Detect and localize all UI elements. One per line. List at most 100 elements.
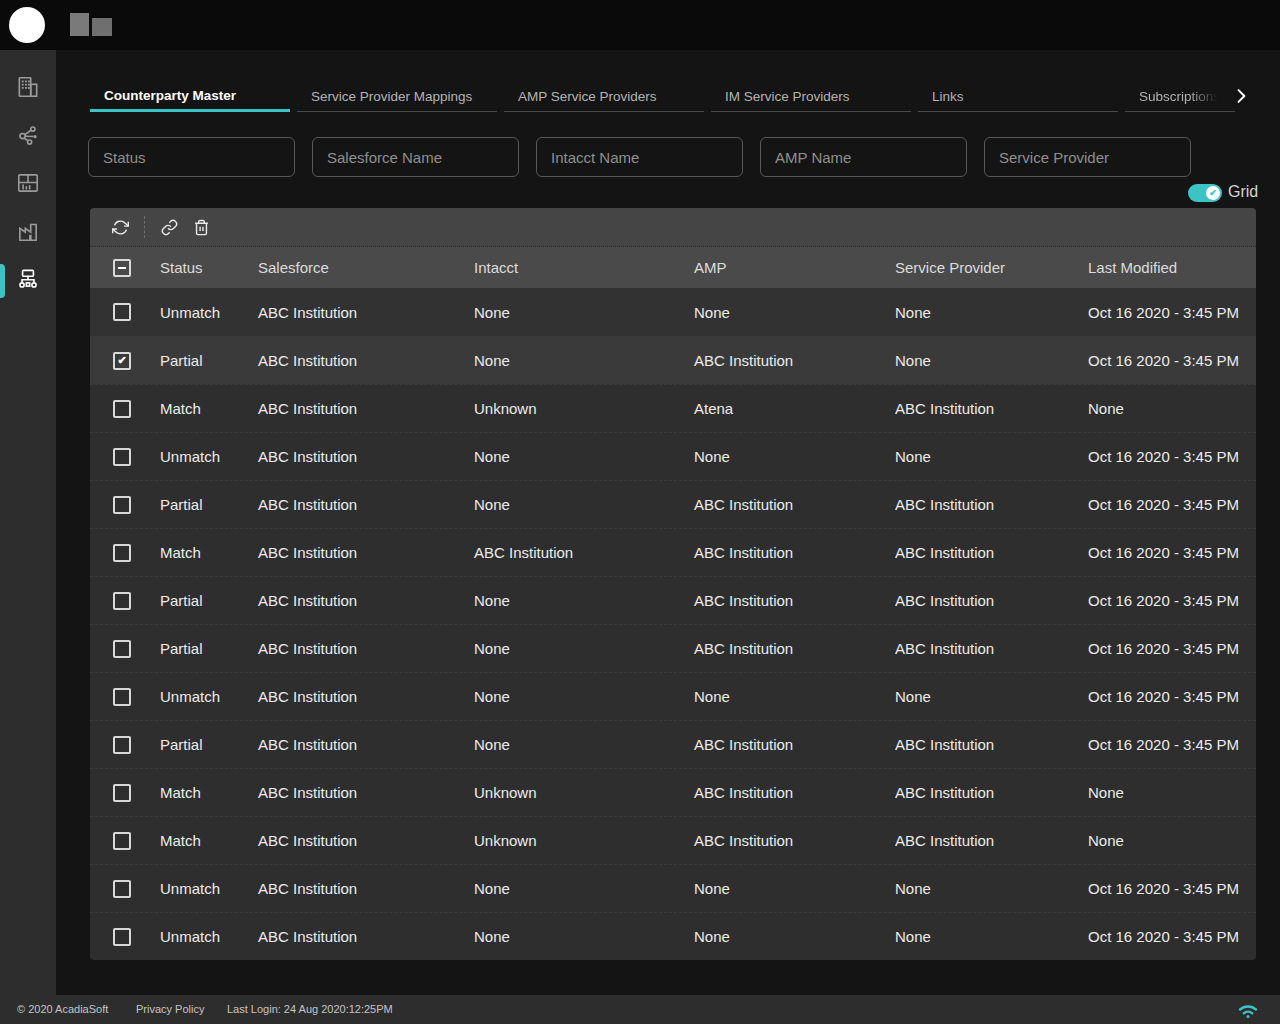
table-row[interactable]: MatchABC InstitutionUnknownABC Instituti… bbox=[90, 768, 1256, 816]
last-login-text: Last Login: 24 Aug 2020:12:25PM bbox=[227, 995, 393, 1024]
table-row[interactable]: PartialABC InstitutionNoneABC Institutio… bbox=[90, 576, 1256, 624]
row-checkbox[interactable] bbox=[113, 544, 131, 562]
sidebar-item-hierarchy[interactable] bbox=[0, 257, 56, 305]
row-checkbox[interactable] bbox=[113, 592, 131, 610]
cell-service-provider: None bbox=[895, 688, 1088, 705]
table-row[interactable]: UnmatchABC InstitutionNoneNoneNoneOct 16… bbox=[90, 864, 1256, 912]
table-row[interactable]: PartialABC InstitutionNoneABC Institutio… bbox=[90, 720, 1256, 768]
cell-status: Partial bbox=[160, 352, 258, 369]
sidebar-item-buildings[interactable] bbox=[0, 65, 56, 113]
table-row[interactable]: UnmatchABC InstitutionNoneNoneNoneOct 16… bbox=[90, 432, 1256, 480]
tab-subscriptions[interactable]: Subscriptions bbox=[1125, 81, 1235, 112]
cell-amp: ABC Institution bbox=[694, 496, 895, 513]
cell-last-modified: None bbox=[1088, 784, 1256, 801]
column-header[interactable]: Last Modified bbox=[1088, 259, 1256, 276]
tab-service-provider-mappings[interactable]: Service Provider Mappings bbox=[297, 81, 497, 112]
cell-status: Unmatch bbox=[160, 304, 258, 321]
cell-amp: ABC Institution bbox=[694, 544, 895, 561]
cell-last-modified: Oct 16 2020 - 3:45 PM bbox=[1088, 352, 1256, 369]
delete-button[interactable] bbox=[193, 219, 210, 236]
table-row[interactable]: MatchABC InstitutionUnknownABC Instituti… bbox=[90, 816, 1256, 864]
tab-links[interactable]: Links bbox=[918, 81, 1118, 112]
sidebar-item-network[interactable] bbox=[0, 113, 56, 161]
buildings-icon bbox=[15, 74, 41, 104]
refresh-button[interactable] bbox=[112, 219, 129, 236]
table-row[interactable]: UnmatchABC InstitutionNoneNoneNoneOct 16… bbox=[90, 672, 1256, 720]
logo-block-icon bbox=[70, 13, 89, 36]
column-header[interactable]: Salesforce bbox=[258, 259, 474, 276]
cell-status: Unmatch bbox=[160, 448, 258, 465]
row-checkbox[interactable] bbox=[113, 880, 131, 898]
tab-im-service-providers[interactable]: IM Service Providers bbox=[711, 81, 911, 112]
row-checkbox[interactable] bbox=[113, 784, 131, 802]
privacy-policy-link[interactable]: Privacy Policy bbox=[136, 995, 204, 1024]
row-checkbox[interactable] bbox=[113, 832, 131, 850]
row-checkbox[interactable] bbox=[113, 303, 131, 321]
cell-amp: None bbox=[694, 448, 895, 465]
cell-salesforce: ABC Institution bbox=[258, 736, 474, 753]
row-checkbox[interactable] bbox=[113, 736, 131, 754]
tab-label: Subscriptions bbox=[1139, 89, 1220, 104]
cell-status: Unmatch bbox=[160, 688, 258, 705]
cell-status: Match bbox=[160, 544, 258, 561]
grid-toggle[interactable]: ✔ bbox=[1188, 184, 1222, 202]
tab-label: Counterparty Master bbox=[104, 88, 236, 103]
sidebar-item-dashboard[interactable] bbox=[0, 161, 56, 209]
cell-salesforce: ABC Institution bbox=[258, 400, 474, 417]
filter-input-salesforce-name[interactable] bbox=[312, 137, 519, 177]
row-checkbox[interactable] bbox=[113, 928, 131, 946]
footer: © 2020 AcadiaSoft Privacy Policy Last Lo… bbox=[0, 995, 1280, 1024]
table-row[interactable]: PartialABC InstitutionNoneABC Institutio… bbox=[90, 336, 1256, 384]
cell-intacct: None bbox=[474, 640, 694, 657]
app-logo bbox=[9, 7, 45, 43]
table-row[interactable]: UnmatchABC InstitutionNoneNoneNoneOct 16… bbox=[90, 288, 1256, 336]
cell-amp: ABC Institution bbox=[694, 784, 895, 801]
table-row[interactable]: PartialABC InstitutionNoneABC Institutio… bbox=[90, 480, 1256, 528]
row-checkbox[interactable] bbox=[113, 400, 131, 418]
cell-status: Match bbox=[160, 832, 258, 849]
filter-input-service-provider[interactable] bbox=[984, 137, 1191, 177]
chevron-right-icon bbox=[1231, 86, 1251, 106]
row-checkbox[interactable] bbox=[113, 688, 131, 706]
row-checkbox[interactable] bbox=[113, 448, 131, 466]
table-row[interactable]: PartialABC InstitutionNoneABC Institutio… bbox=[90, 624, 1256, 672]
table-row[interactable]: MatchABC InstitutionUnknownAtenaABC Inst… bbox=[90, 384, 1256, 432]
row-checkbox[interactable] bbox=[113, 496, 131, 514]
filter-bar bbox=[88, 137, 1191, 177]
column-header[interactable]: Service Provider bbox=[895, 259, 1088, 276]
cell-last-modified: Oct 16 2020 - 3:45 PM bbox=[1088, 592, 1256, 609]
column-header[interactable]: Intacct bbox=[474, 259, 694, 276]
cell-service-provider: ABC Institution bbox=[895, 832, 1088, 849]
cell-intacct: None bbox=[474, 928, 694, 945]
sidebar-item-factory[interactable] bbox=[0, 209, 56, 257]
copyright-text: © 2020 AcadiaSoft bbox=[17, 995, 108, 1024]
row-checkbox[interactable] bbox=[113, 640, 131, 658]
cell-amp: ABC Institution bbox=[694, 832, 895, 849]
column-header[interactable]: Status bbox=[160, 259, 258, 276]
cell-last-modified: Oct 16 2020 - 3:45 PM bbox=[1088, 496, 1256, 513]
dashboard-icon bbox=[15, 170, 41, 200]
column-header[interactable]: AMP bbox=[694, 259, 895, 276]
cell-last-modified: Oct 16 2020 - 3:45 PM bbox=[1088, 304, 1256, 321]
table-row[interactable]: MatchABC InstitutionABC InstitutionABC I… bbox=[90, 528, 1256, 576]
toggle-knob: ✔ bbox=[1206, 186, 1220, 200]
select-all-checkbox[interactable] bbox=[113, 259, 131, 277]
cell-service-provider: None bbox=[895, 448, 1088, 465]
tab-amp-service-providers[interactable]: AMP Service Providers bbox=[504, 81, 704, 112]
filter-input-status[interactable] bbox=[88, 137, 295, 177]
active-indicator bbox=[0, 264, 5, 298]
cell-last-modified: None bbox=[1088, 832, 1256, 849]
filter-input-intacct-name[interactable] bbox=[536, 137, 743, 177]
cell-service-provider: ABC Institution bbox=[895, 592, 1088, 609]
row-checkbox[interactable] bbox=[113, 352, 131, 370]
cell-amp: ABC Institution bbox=[694, 736, 895, 753]
tab-label: Links bbox=[932, 89, 964, 104]
cell-service-provider: ABC Institution bbox=[895, 400, 1088, 417]
tabs-scroll-right-button[interactable] bbox=[1231, 86, 1251, 106]
cell-salesforce: ABC Institution bbox=[258, 544, 474, 561]
filter-input-amp-name[interactable] bbox=[760, 137, 967, 177]
table-row[interactable]: UnmatchABC InstitutionNoneNoneNoneOct 16… bbox=[90, 912, 1256, 960]
link-button[interactable] bbox=[161, 219, 178, 236]
cell-salesforce: ABC Institution bbox=[258, 448, 474, 465]
tab-counterparty-master[interactable]: Counterparty Master bbox=[90, 81, 290, 112]
